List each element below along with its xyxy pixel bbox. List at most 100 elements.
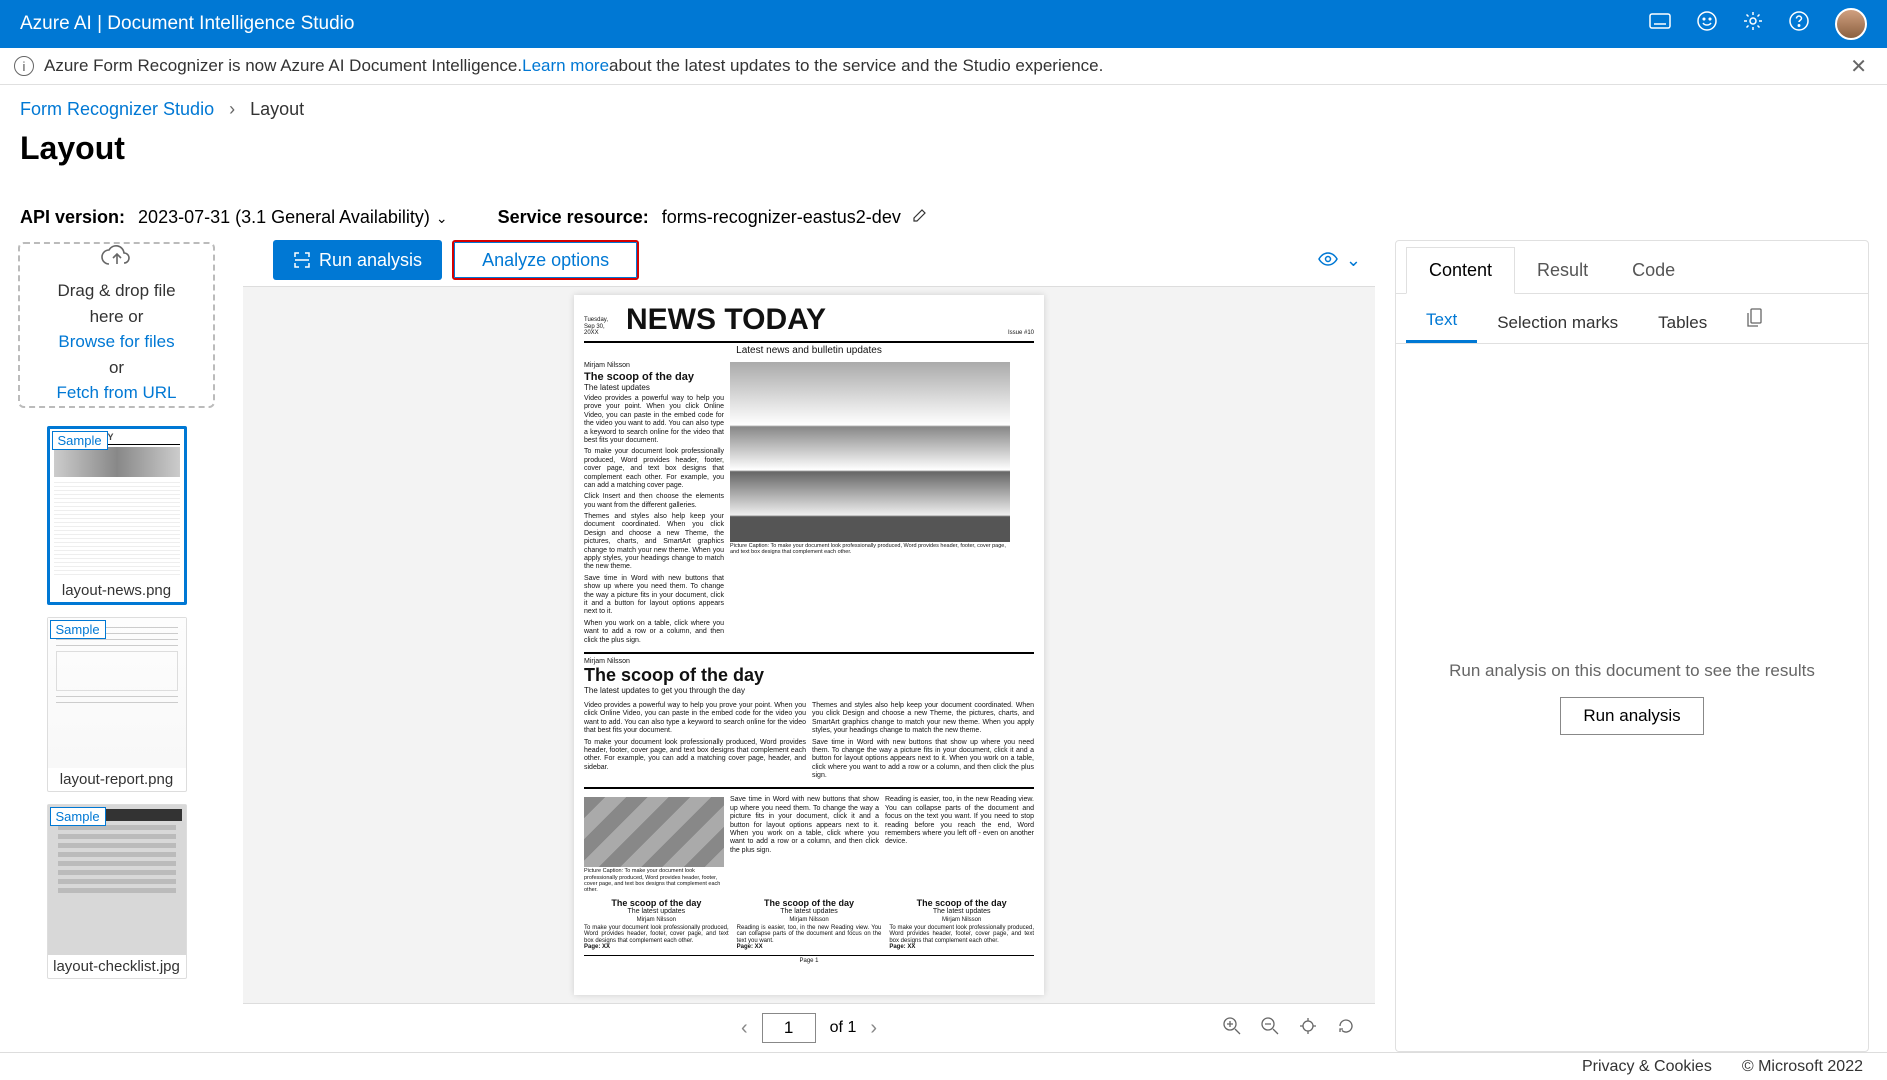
page-input[interactable]: [762, 1013, 816, 1043]
results-empty: Run analysis on this document to see the…: [1396, 344, 1868, 1051]
help-icon[interactable]: [1789, 11, 1809, 37]
fit-page-icon[interactable]: [1299, 1017, 1317, 1040]
doc-triple-head: The scoop of the day: [889, 898, 1034, 908]
doc-subtitle: Latest news and bulletin updates: [584, 345, 1034, 356]
thumbnail-preview: [48, 618, 186, 768]
subtab-text[interactable]: Text: [1406, 298, 1477, 343]
zoom-in-icon[interactable]: [1223, 1017, 1241, 1040]
visibility-eye-icon[interactable]: [1318, 250, 1338, 271]
breadcrumb: Form Recognizer Studio › Layout: [0, 85, 1887, 126]
api-version-label: API version:: [20, 207, 125, 227]
document-viewer: Run analysis Analyze options ⌄ Tuesday, …: [243, 240, 1375, 1052]
cloud-upload-icon: [99, 244, 135, 272]
results-subtabs: Text Selection marks Tables: [1396, 294, 1868, 344]
page-title: Layout: [0, 126, 1887, 167]
results-empty-message: Run analysis on this document to see the…: [1449, 661, 1815, 681]
run-analysis-label: Run analysis: [319, 250, 422, 271]
rotate-icon[interactable]: [1337, 1017, 1355, 1040]
breadcrumb-root[interactable]: Form Recognizer Studio: [20, 99, 214, 119]
keyboard-icon[interactable]: [1649, 13, 1671, 35]
tab-content[interactable]: Content: [1406, 247, 1515, 294]
doc-section-head: The scoop of the day: [584, 371, 724, 383]
service-resource: Service resource: forms-recognizer-eastu…: [498, 207, 928, 228]
results-run-analysis-button[interactable]: Run analysis: [1560, 697, 1703, 735]
thumbnail-item[interactable]: Sample layout-checklist.jpg: [47, 804, 187, 979]
analyze-options-label: Analyze options: [482, 250, 609, 271]
doc-byline2: Mirjam Nilsson: [584, 658, 1034, 665]
thumbnail-filename: layout-report.png: [48, 768, 186, 791]
subtab-selection-marks[interactable]: Selection marks: [1477, 301, 1638, 343]
zoom-out-icon[interactable]: [1261, 1017, 1279, 1040]
thumbnail-list: NEWS TODAY Sample layout-news.png Sample…: [18, 426, 215, 979]
viewer-toolbar: Run analysis Analyze options ⌄: [243, 240, 1375, 280]
prev-page-icon[interactable]: ‹: [741, 1017, 748, 1040]
chevron-down-icon[interactable]: ⌄: [1346, 250, 1361, 271]
notification-bar: i Azure Form Recognizer is now Azure AI …: [0, 48, 1887, 85]
tab-code[interactable]: Code: [1610, 248, 1697, 293]
doc-scoop-big: The scoop of the day: [584, 665, 1034, 686]
document-canvas[interactable]: Tuesday, Sep 30, 20XX NEWS TODAY Issue #…: [243, 286, 1375, 1004]
thumbnail-filename: layout-checklist.jpg: [48, 955, 186, 978]
file-sidebar: Drag & drop file here or Browse for file…: [18, 240, 215, 1052]
doc-photo-small: [584, 797, 724, 867]
meta-row: API version: 2023-07-31 (3.1 General Ava…: [0, 167, 1887, 240]
subtab-tables[interactable]: Tables: [1638, 301, 1727, 343]
breadcrumb-current: Layout: [250, 99, 304, 119]
doc-byline: Mirjam Nilsson: [584, 362, 724, 369]
header-icons: [1649, 8, 1867, 40]
scan-icon: [293, 251, 311, 269]
sample-badge: Sample: [52, 431, 108, 450]
doc-page-number: Page 1: [584, 955, 1034, 964]
fetch-url-link[interactable]: Fetch from URL: [57, 380, 177, 406]
doc-masthead: NEWS TODAY: [626, 303, 1000, 337]
notification-text-post: about the latest updates to the service …: [609, 56, 1103, 76]
results-tabs: Content Result Code: [1396, 241, 1868, 294]
thumbnail-preview: NEWS TODAY: [50, 429, 184, 579]
copy-icon[interactable]: [1747, 308, 1764, 343]
sample-badge: Sample: [50, 620, 106, 639]
app-title: Azure AI | Document Intelligence Studio: [20, 13, 1649, 35]
analyze-options-button[interactable]: Analyze options: [452, 240, 639, 280]
main-area: Drag & drop file here or Browse for file…: [0, 240, 1887, 1052]
dropzone-or: or: [109, 355, 124, 381]
settings-icon[interactable]: [1743, 11, 1763, 37]
copyright-text: © Microsoft 2022: [1742, 1058, 1863, 1076]
learn-more-link[interactable]: Learn more: [522, 56, 609, 76]
results-panel: Content Result Code Text Selection marks…: [1395, 240, 1869, 1052]
doc-photo-main: [730, 362, 1010, 542]
privacy-link[interactable]: Privacy & Cookies: [1582, 1058, 1712, 1076]
sample-badge: Sample: [50, 807, 106, 826]
dropzone[interactable]: Drag & drop file here or Browse for file…: [18, 242, 215, 408]
browse-files-link[interactable]: Browse for files: [58, 329, 174, 355]
footer: Privacy & Cookies © Microsoft 2022: [0, 1052, 1887, 1080]
service-resource-label: Service resource:: [498, 207, 649, 227]
doc-issue: Issue #10: [1006, 330, 1034, 337]
api-version-value: 2023-07-31 (3.1 General Availability): [138, 207, 448, 227]
user-avatar[interactable]: [1835, 8, 1867, 40]
document-page: Tuesday, Sep 30, 20XX NEWS TODAY Issue #…: [574, 295, 1044, 995]
next-page-icon[interactable]: ›: [870, 1017, 877, 1040]
feedback-icon[interactable]: [1697, 11, 1717, 37]
close-notification-icon[interactable]: ✕: [1844, 54, 1873, 79]
dropzone-text1a: Drag & drop file: [57, 278, 175, 304]
tab-result[interactable]: Result: [1515, 248, 1610, 293]
dropzone-text1b: here or: [90, 304, 144, 330]
info-icon: i: [14, 56, 34, 76]
doc-triple-head: The scoop of the day: [584, 898, 729, 908]
run-analysis-button[interactable]: Run analysis: [273, 240, 442, 280]
doc-date: Tuesday, Sep 30, 20XX: [584, 317, 620, 337]
visibility-controls: ⌄: [1318, 250, 1375, 271]
app-header: Azure AI | Document Intelligence Studio: [0, 0, 1887, 48]
thumbnail-filename: layout-news.png: [50, 579, 184, 602]
thumbnail-item[interactable]: Sample layout-report.png: [47, 617, 187, 792]
chevron-right-icon: ›: [229, 99, 235, 119]
api-version-selector[interactable]: API version: 2023-07-31 (3.1 General Ava…: [20, 207, 448, 228]
thumbnail-preview: [48, 805, 186, 955]
thumbnail-item[interactable]: NEWS TODAY Sample layout-news.png: [47, 426, 187, 605]
doc-section-sub: The latest updates: [584, 383, 724, 392]
notification-text-pre: Azure Form Recognizer is now Azure AI Do…: [44, 56, 522, 76]
doc-scoop-big-sub: The latest updates to get you through th…: [584, 686, 1034, 695]
edit-resource-icon[interactable]: [912, 207, 928, 227]
doc-triple-head: The scoop of the day: [737, 898, 882, 908]
service-resource-value: forms-recognizer-eastus2-dev: [662, 207, 901, 227]
